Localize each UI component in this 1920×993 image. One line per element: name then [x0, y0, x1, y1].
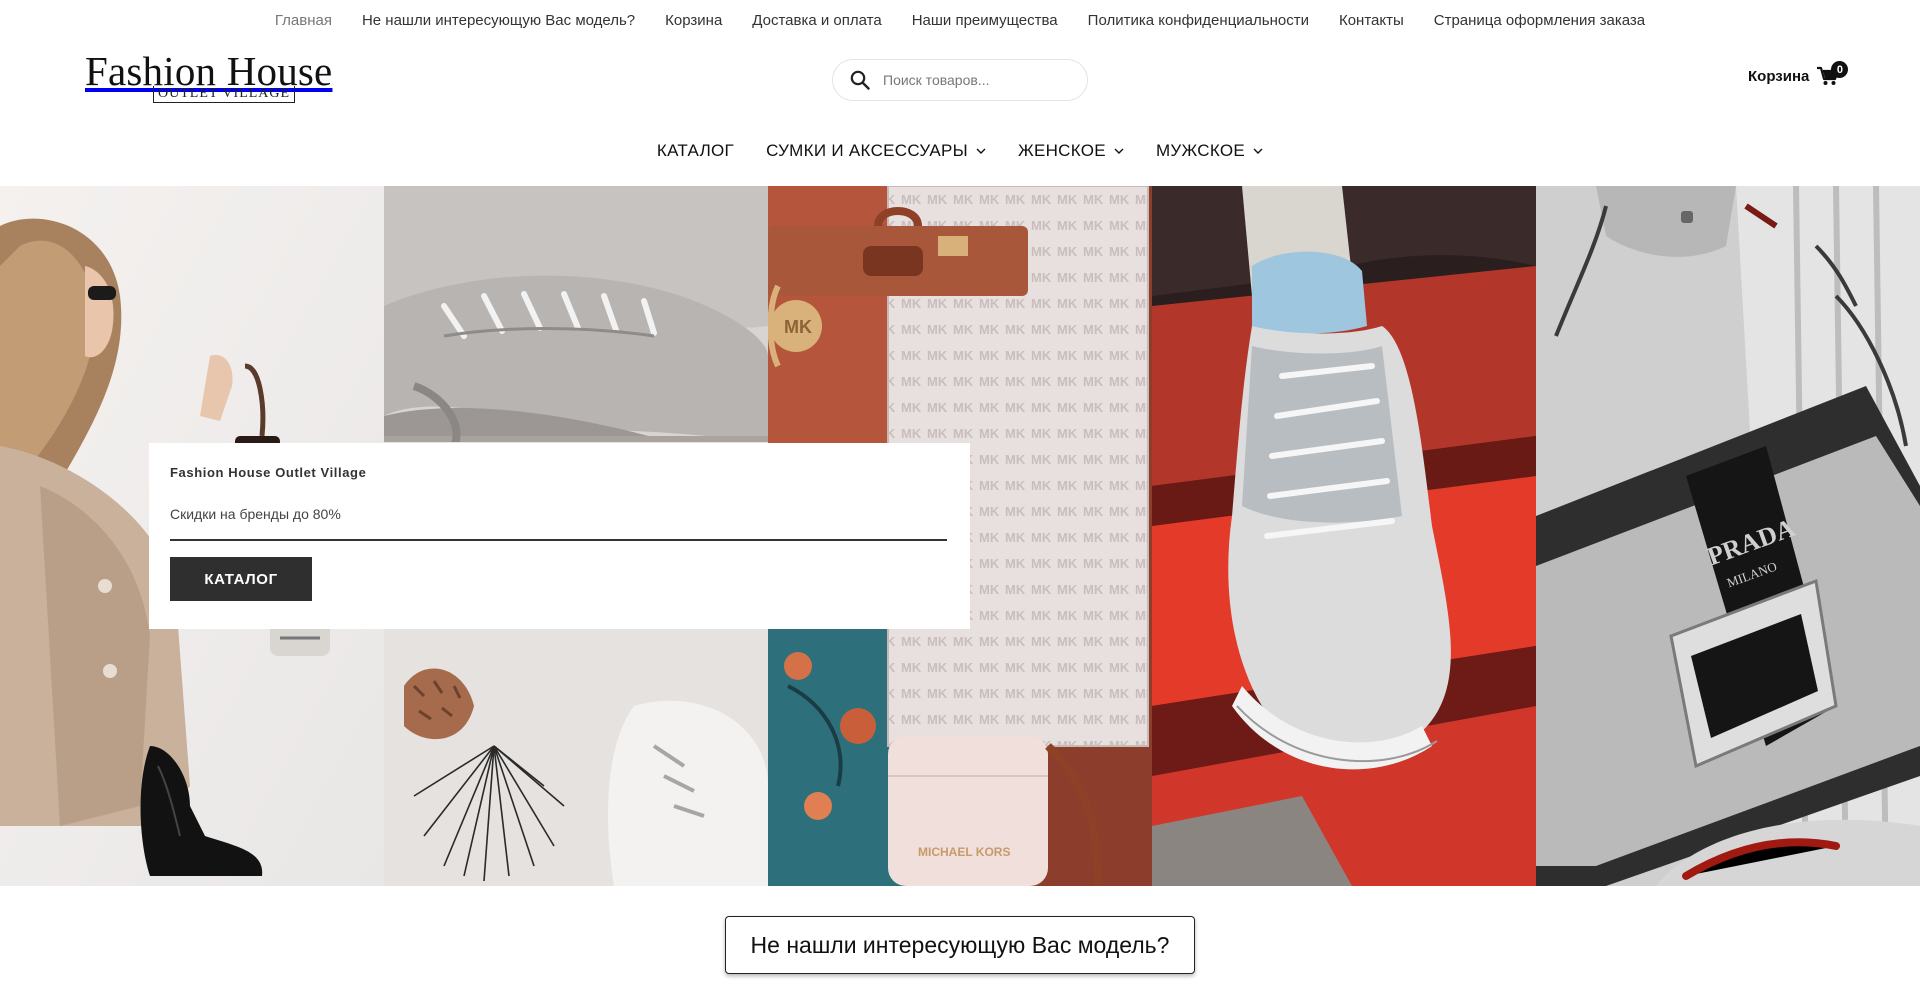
- nav-link-not-found-model[interactable]: Не нашли интересующую Вас модель?: [362, 12, 635, 29]
- svg-text:MK: MK: [784, 317, 812, 337]
- menu-item-label: МУЖСКОЕ: [1155, 141, 1246, 160]
- catalog-button[interactable]: КАТАЛОГ: [170, 557, 312, 601]
- chevron-down-icon: [1114, 148, 1124, 154]
- nav-link-home[interactable]: Главная: [275, 12, 332, 29]
- hero-promo-card: Fashion House Outlet Village Скидки на б…: [149, 443, 970, 629]
- chevron-down-icon: [976, 148, 986, 154]
- menu-item-women[interactable]: ЖЕНСКОЕ: [1018, 141, 1124, 161]
- site-logo[interactable]: Fashion House OUTLET VILLAGE: [85, 50, 337, 106]
- menu-item-catalog[interactable]: КАТАЛОГ: [657, 141, 734, 161]
- promo-sale-text: Скидки на бренды до 80%: [170, 506, 341, 522]
- search-box: [832, 59, 1088, 101]
- nav-link-contacts[interactable]: Контакты: [1339, 12, 1404, 29]
- cart-icon: 0: [1817, 61, 1849, 86]
- menu-item-men[interactable]: МУЖСКОЕ: [1156, 141, 1263, 161]
- nav-link-advantages[interactable]: Наши преимущества: [912, 12, 1058, 29]
- menu-item-label: КАТАЛОГ: [656, 141, 735, 160]
- promo-brand-title: Fashion House Outlet Village: [170, 465, 367, 480]
- menu-item-bags-accessories[interactable]: СУМКИ И АКСЕССУАРЫ: [766, 141, 986, 161]
- promo-divider: [170, 539, 947, 541]
- chevron-down-icon: [1253, 148, 1263, 154]
- mk-bag-label: MICHAEL KORS: [918, 845, 1010, 859]
- hero-image-sneaker-red-steps: [1152, 186, 1536, 886]
- menu-item-label: ЖЕНСКОЕ: [1017, 141, 1106, 160]
- logo-subtitle: OUTLET VILLAGE: [153, 86, 296, 103]
- menu-item-label: СУМКИ И АКСЕССУАРЫ: [766, 141, 968, 160]
- search-input[interactable]: [883, 72, 1073, 88]
- not-found-model-button[interactable]: Не нашли интересующую Вас модель?: [725, 916, 1195, 974]
- search-icon[interactable]: [850, 70, 870, 90]
- nav-link-cart[interactable]: Корзина: [665, 12, 722, 29]
- cart-button[interactable]: Корзина 0: [1748, 61, 1849, 86]
- nav-link-privacy[interactable]: Политика конфиденциальности: [1088, 12, 1309, 29]
- cart-count-badge: 0: [1831, 61, 1849, 78]
- nav-link-checkout[interactable]: Страница оформления заказа: [1434, 12, 1645, 29]
- main-menu: КАТАЛОГ СУМКИ И АКСЕССУАРЫ ЖЕНСКОЕ МУЖСК…: [0, 136, 1920, 166]
- hero-image-prada-bag: PRADA MILANO: [1536, 186, 1920, 886]
- cart-label: Корзина: [1748, 67, 1810, 85]
- top-nav: Главная Не нашли интересующую Вас модель…: [0, 0, 1920, 40]
- nav-link-delivery[interactable]: Доставка и оплата: [752, 12, 881, 29]
